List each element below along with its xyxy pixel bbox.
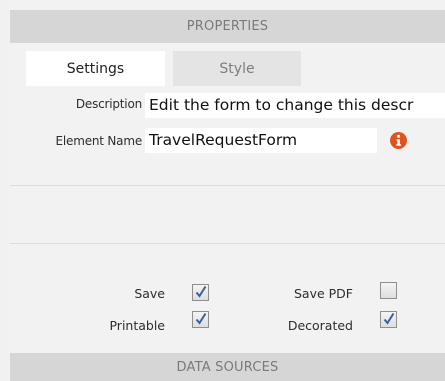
divider [10, 243, 445, 244]
data-sources-header-label: DATA SOURCES [176, 359, 279, 375]
save-label: Save [134, 286, 165, 301]
description-input[interactable]: Edit the form to change this descr [145, 93, 445, 118]
tab-bar: Settings Style [26, 51, 316, 86]
properties-panel: PROPERTIES Settings Style Description Ed… [10, 0, 445, 381]
tab-settings[interactable]: Settings [26, 51, 165, 86]
tab-style-label: Style [219, 60, 255, 77]
decorated-checkbox[interactable] [380, 311, 397, 328]
tab-settings-label: Settings [66, 60, 125, 77]
divider [10, 185, 445, 186]
decorated-label: Decorated [287, 318, 353, 333]
save-checkbox[interactable] [192, 284, 209, 301]
printable-checkbox[interactable] [192, 311, 209, 328]
checkmark-icon [383, 312, 395, 325]
save-pdf-checkbox[interactable] [380, 282, 397, 299]
save-pdf-label: Save PDF [293, 286, 353, 301]
properties-header[interactable]: PROPERTIES [10, 10, 445, 43]
info-icon[interactable] [390, 132, 407, 149]
description-label: Description [75, 97, 142, 111]
checkmark-icon [195, 285, 207, 298]
checkmark-icon [195, 312, 207, 325]
element-name-label: Element Name [55, 134, 143, 148]
printable-label: Printable [109, 318, 165, 333]
properties-header-label: PROPERTIES [186, 19, 269, 34]
tab-style[interactable]: Style [173, 51, 301, 86]
element-name-input[interactable]: TravelRequestForm [145, 128, 377, 153]
data-sources-header[interactable]: DATA SOURCES [10, 353, 445, 381]
